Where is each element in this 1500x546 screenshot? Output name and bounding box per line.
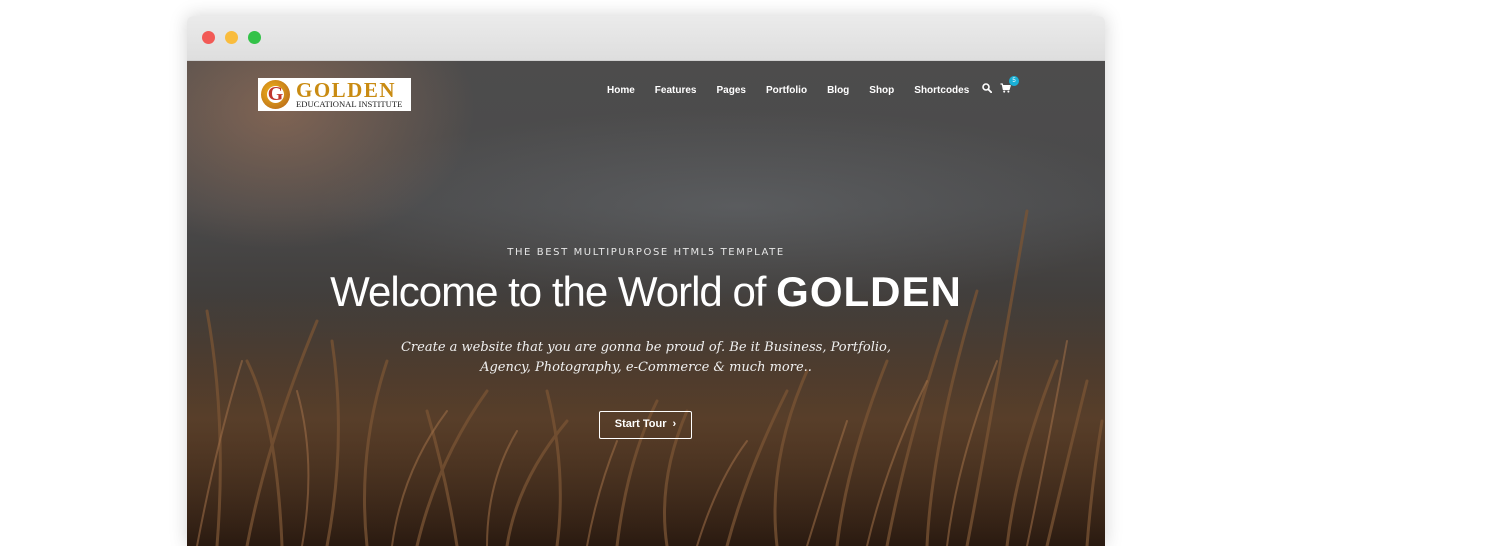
nav-item-home[interactable]: Home (607, 85, 635, 96)
start-tour-button[interactable]: Start Tour › (599, 411, 692, 439)
hero-subtext: Create a website that you are gonna be p… (187, 338, 1105, 378)
maximize-window-button[interactable] (248, 31, 261, 44)
nav-item-shortcodes[interactable]: Shortcodes (914, 85, 969, 96)
chevron-right-icon: › (672, 418, 677, 430)
nav-item-portfolio[interactable]: Portfolio (766, 85, 807, 96)
window-titlebar (187, 16, 1105, 61)
nav-item-pages[interactable]: Pages (716, 85, 745, 96)
cart-icon[interactable] (1000, 83, 1011, 93)
hero-headline-brand: GOLDEN (776, 268, 962, 315)
nav-item-shop[interactable]: Shop (869, 85, 894, 96)
nav-item-features[interactable]: Features (655, 85, 697, 96)
logo-subtitle: EDUCATIONAL INSTITUTE (296, 99, 403, 109)
hero-headline-text: Welcome to the World of (330, 268, 777, 315)
cart-count-badge: 5 (1009, 76, 1019, 86)
nav-item-blog[interactable]: Blog (827, 85, 849, 96)
browser-window: G GOLDEN EDUCATIONAL INSTITUTE Home Feat… (187, 16, 1105, 546)
hero-subtext-line-1: Create a website that you are gonna be p… (400, 340, 891, 355)
page-viewport: G GOLDEN EDUCATIONAL INSTITUTE Home Feat… (187, 61, 1105, 546)
start-tour-label: Start Tour (614, 418, 667, 430)
minimize-window-button[interactable] (225, 31, 238, 44)
close-window-button[interactable] (202, 31, 215, 44)
nav-menu: Home Features Pages Portfolio Blog Shop … (607, 78, 989, 102)
site-logo[interactable]: G GOLDEN EDUCATIONAL INSTITUTE (258, 78, 411, 111)
hero-headline: Welcome to the World of GOLDEN (187, 268, 1105, 316)
search-icon[interactable] (982, 83, 992, 93)
hero-eyebrow: THE BEST MULTIPURPOSE HTML5 TEMPLATE (507, 247, 785, 258)
main-navigation: G GOLDEN EDUCATIONAL INSTITUTE Home Feat… (187, 76, 1105, 112)
logo-mark-icon: G (261, 80, 290, 109)
hero-subtext-line-2: Agency, Photography, e-Commerce & much m… (480, 360, 812, 375)
